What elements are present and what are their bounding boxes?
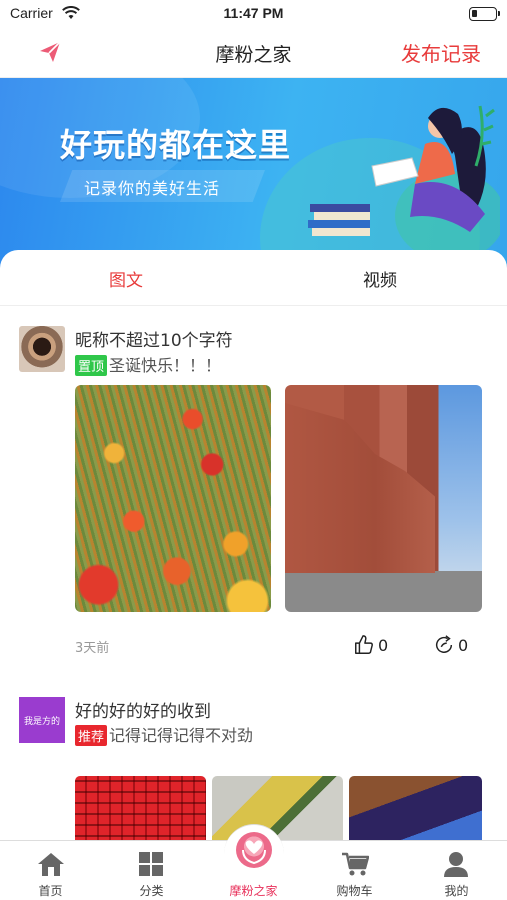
content-tabs: 图文 视频 bbox=[0, 250, 507, 306]
promo-banner[interactable]: 好玩的都在这里 记录你的美好生活 bbox=[0, 78, 507, 268]
post-nickname[interactable]: 好的好的好的收到 bbox=[75, 697, 211, 722]
post-photo-glow[interactable] bbox=[349, 776, 482, 846]
community-icon[interactable] bbox=[236, 832, 272, 868]
tab-label: 购物车 bbox=[336, 884, 373, 898]
share-count: 0 bbox=[458, 636, 469, 655]
post-text: 记得记得记得不对劲 bbox=[109, 726, 254, 745]
tab-home[interactable]: 首页 bbox=[0, 841, 101, 900]
tab-profile[interactable]: 我的 bbox=[406, 841, 507, 900]
grid-icon bbox=[139, 852, 163, 876]
app-screen: Carrier 11:47 PM 摩粉之家 发布记录 好玩的都在这里 记录你的美… bbox=[0, 0, 507, 900]
post-photo-keyboard[interactable] bbox=[75, 776, 206, 846]
recommend-badge: 推荐 bbox=[75, 725, 108, 746]
avatar[interactable]: 我是方的 bbox=[19, 697, 65, 743]
profile-icon bbox=[444, 852, 468, 877]
battery-icon bbox=[469, 7, 500, 21]
like-count: 0 bbox=[378, 636, 389, 655]
cart-icon bbox=[342, 852, 369, 876]
tab-video[interactable]: 视频 bbox=[320, 266, 440, 291]
post-time: 3天前 bbox=[75, 641, 110, 656]
reading-woman-illustration bbox=[308, 105, 500, 256]
thumbs-up-icon[interactable] bbox=[353, 634, 375, 656]
post-text: 圣诞快乐！！！ bbox=[109, 356, 222, 375]
post-photo-building[interactable] bbox=[285, 385, 482, 612]
post-nickname[interactable]: 昵称不超过10个字符 bbox=[75, 326, 233, 351]
post-text-line: 推荐 记得记得记得不对劲 bbox=[75, 722, 253, 746]
tab-label: 分类 bbox=[139, 884, 164, 898]
tab-label: 我的 bbox=[444, 884, 469, 898]
tab-image-text[interactable]: 图文 bbox=[66, 266, 186, 291]
tab-category[interactable]: 分类 bbox=[101, 841, 202, 900]
hands-heart-icon bbox=[242, 840, 266, 865]
banner-headline: 好玩的都在这里 bbox=[60, 126, 292, 164]
post-text-line: 置顶 圣诞快乐！！！ bbox=[75, 352, 221, 376]
banner-subline: 记录你的美好生活 bbox=[84, 179, 221, 198]
tab-label: 摩粉之家 bbox=[229, 884, 278, 898]
pinned-badge: 置顶 bbox=[75, 355, 108, 376]
nav-bar: 摩粉之家 发布记录 bbox=[0, 28, 507, 78]
publish-record-button[interactable]: 发布记录 bbox=[401, 38, 481, 67]
tab-label: 首页 bbox=[38, 884, 63, 898]
tab-cart[interactable]: 购物车 bbox=[304, 841, 405, 900]
building-shape bbox=[285, 403, 435, 573]
home-icon bbox=[38, 853, 64, 876]
status-bar: Carrier 11:47 PM bbox=[0, 0, 507, 28]
clock-time: 11:47 PM bbox=[223, 5, 284, 21]
post-photo-flowers[interactable] bbox=[75, 385, 271, 612]
avatar[interactable] bbox=[19, 326, 65, 372]
share-icon[interactable] bbox=[433, 634, 455, 656]
